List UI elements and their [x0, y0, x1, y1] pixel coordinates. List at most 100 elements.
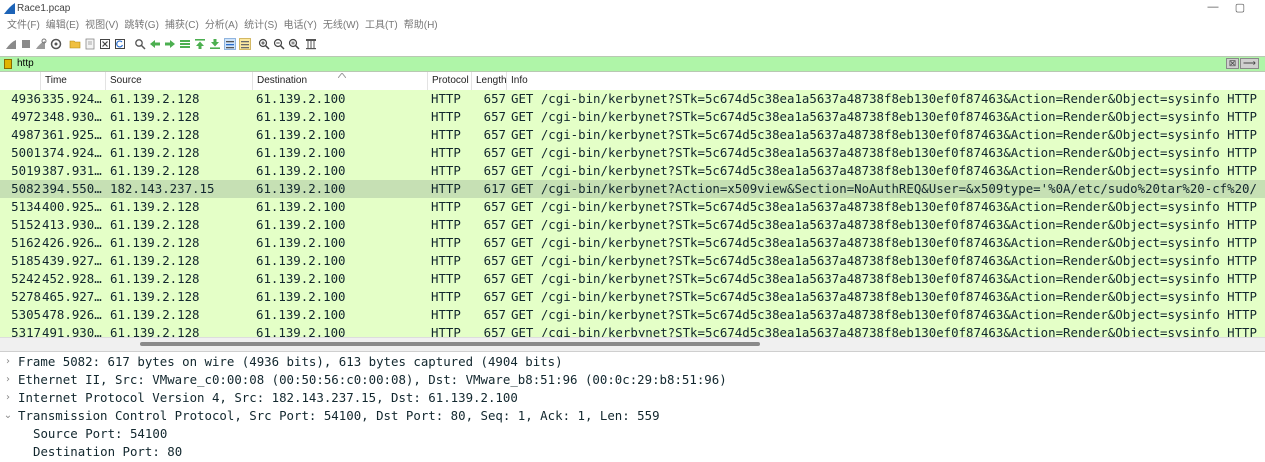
- detail-tree-item[interactable]: Source Port: 54100: [0, 425, 1265, 443]
- packet-destination: 61.139.2.100: [256, 217, 346, 232]
- packet-length: 657: [483, 217, 506, 232]
- apply-filter-button[interactable]: ⟶: [1240, 58, 1259, 69]
- table-row[interactable]: 4972 348.930… 61.139.2.128 61.139.2.100 HTTP…: [0, 108, 1265, 126]
- packet-source: 61.139.2.128: [110, 307, 200, 322]
- scrollbar-thumb[interactable]: [140, 342, 760, 346]
- menu-help[interactable]: 帮助(H): [401, 17, 441, 34]
- maximize-button[interactable]: ▢: [1230, 1, 1250, 15]
- shark-fin-start-icon[interactable]: [5, 38, 17, 50]
- minimize-button[interactable]: —: [1203, 1, 1223, 15]
- menu-wireless[interactable]: 无线(W): [320, 17, 362, 34]
- zoom-out-icon[interactable]: [273, 38, 285, 50]
- packet-list[interactable]: 4936 335.924… 61.139.2.128 61.139.2.100 HTTP…: [0, 90, 1265, 337]
- menu-tools[interactable]: 工具(T): [362, 17, 401, 34]
- detail-tree-item[interactable]: ⌄ Transmission Control Protocol, Src Port…: [0, 407, 1265, 425]
- table-row[interactable]: 5305 478.926… 61.139.2.128 61.139.2.100 HTTP…: [0, 306, 1265, 324]
- title-bar: Race1.pcap — ▢: [0, 0, 1265, 17]
- zoom-in-icon[interactable]: [258, 38, 270, 50]
- packet-source: 61.139.2.128: [110, 163, 200, 178]
- menu-view[interactable]: 视图(V): [82, 17, 121, 34]
- col-protocol-header[interactable]: Protocol: [428, 72, 472, 90]
- collapsed-chevron-icon[interactable]: ›: [3, 389, 13, 407]
- zoom-reset-icon[interactable]: [288, 38, 300, 50]
- col-time-header[interactable]: Time: [41, 72, 106, 90]
- menu-go[interactable]: 跳转(G): [121, 17, 161, 34]
- bookmark-icon[interactable]: [4, 59, 12, 69]
- packet-number: 5152: [11, 217, 41, 232]
- table-row[interactable]: 5001 374.924… 61.139.2.128 61.139.2.100 HTTP…: [0, 144, 1265, 162]
- table-row[interactable]: 5162 426.926… 61.139.2.128 61.139.2.100 HTTP…: [0, 234, 1265, 252]
- packet-protocol: HTTP: [431, 145, 461, 160]
- close-file-icon[interactable]: [99, 38, 111, 50]
- collapsed-chevron-icon[interactable]: ›: [3, 353, 13, 371]
- restart-icon[interactable]: [35, 38, 47, 50]
- col-length-header[interactable]: Length: [472, 72, 507, 90]
- table-row[interactable]: 5134 400.925… 61.139.2.128 61.139.2.100 HTTP…: [0, 198, 1265, 216]
- detail-tree-item[interactable]: Destination Port: 80: [0, 443, 1265, 461]
- reload-icon[interactable]: [114, 38, 126, 50]
- menu-statistics[interactable]: 统计(S): [241, 17, 280, 34]
- find-icon[interactable]: [134, 38, 146, 50]
- table-row[interactable]: 5152 413.930… 61.139.2.128 61.139.2.100 HTTP…: [0, 216, 1265, 234]
- expanded-chevron-icon[interactable]: ⌄: [3, 407, 13, 425]
- collapsed-chevron-icon[interactable]: ›: [3, 371, 13, 389]
- packet-details-pane[interactable]: › Frame 5082: 617 bytes on wire (4936 bit…: [0, 351, 1265, 462]
- detail-tree-item[interactable]: › Internet Protocol Version 4, Src: 182.1…: [0, 389, 1265, 407]
- back-icon[interactable]: [149, 38, 161, 50]
- table-row[interactable]: 5317 491.930… 61.139.2.128 61.139.2.100 HTTP…: [0, 324, 1265, 337]
- col-info-header[interactable]: Info: [507, 72, 1265, 90]
- clear-filter-button[interactable]: ⊠: [1226, 58, 1239, 69]
- packet-protocol: HTTP: [431, 307, 461, 322]
- table-row[interactable]: 5185 439.927… 61.139.2.128 61.139.2.100 HTTP…: [0, 252, 1265, 270]
- packet-list-header: Time Source Destination Protocol Length …: [0, 72, 1265, 91]
- packet-time: 439.927…: [42, 253, 102, 268]
- packet-source: 61.139.2.128: [110, 253, 200, 268]
- packet-length: 657: [483, 163, 506, 178]
- menu-edit[interactable]: 编辑(E): [43, 17, 82, 34]
- col-source-header[interactable]: Source: [106, 72, 253, 90]
- open-icon[interactable]: [69, 38, 81, 50]
- packet-protocol: HTTP: [431, 199, 461, 214]
- goto-icon[interactable]: [179, 38, 191, 50]
- colorize-icon[interactable]: [239, 38, 251, 50]
- packet-time: 465.927…: [42, 289, 102, 304]
- packet-time: 387.931…: [42, 163, 102, 178]
- table-row[interactable]: 4936 335.924… 61.139.2.128 61.139.2.100 HTTP…: [0, 90, 1265, 108]
- packet-length: 657: [483, 145, 506, 160]
- first-icon[interactable]: [194, 38, 206, 50]
- packet-time: 361.925…: [42, 127, 102, 142]
- packet-destination: 61.139.2.100: [256, 307, 346, 322]
- display-filter-bar: http ⊠ ⟶: [0, 56, 1265, 72]
- last-icon[interactable]: [209, 38, 221, 50]
- packet-protocol: HTTP: [431, 91, 461, 106]
- table-row[interactable]: 5242 452.928… 61.139.2.128 61.139.2.100 HTTP…: [0, 270, 1265, 288]
- packet-info: GET /cgi-bin/kerbynet?STk=5c674d5c38ea1a…: [511, 325, 1257, 337]
- save-icon[interactable]: [84, 38, 96, 50]
- forward-icon[interactable]: [164, 38, 176, 50]
- packet-source: 61.139.2.128: [110, 199, 200, 214]
- table-row[interactable]: 5019 387.931… 61.139.2.128 61.139.2.100 HTTP…: [0, 162, 1265, 180]
- packet-length: 657: [483, 307, 506, 322]
- menu-analyze[interactable]: 分析(A): [202, 17, 241, 34]
- display-filter-input[interactable]: http: [17, 57, 34, 71]
- table-row[interactable]: 5278 465.927… 61.139.2.128 61.139.2.100 HTTP…: [0, 288, 1265, 306]
- table-row[interactable]: 4987 361.925… 61.139.2.128 61.139.2.100 HTTP…: [0, 126, 1265, 144]
- packet-destination: 61.139.2.100: [256, 145, 346, 160]
- stop-icon[interactable]: [20, 38, 32, 50]
- packet-number: 5162: [11, 235, 41, 250]
- detail-tree-item[interactable]: › Frame 5082: 617 bytes on wire (4936 bit…: [0, 353, 1265, 371]
- packet-length: 657: [483, 109, 506, 124]
- packet-list-scrollbar[interactable]: [0, 337, 1265, 351]
- detail-tree-item[interactable]: › Ethernet II, Src: VMware_c0:00:08 (00:5…: [0, 371, 1265, 389]
- packet-info: GET /cgi-bin/kerbynet?STk=5c674d5c38ea1a…: [511, 109, 1257, 124]
- menu-telephony[interactable]: 电话(Y): [281, 17, 320, 34]
- col-no-header[interactable]: [0, 72, 41, 90]
- menu-capture[interactable]: 捕获(C): [162, 17, 202, 34]
- packet-length: 657: [483, 253, 506, 268]
- options-icon[interactable]: [50, 38, 62, 50]
- table-row-selected[interactable]: 5082 394.550… 182.143.237.15 61.139.2.100 HT…: [0, 180, 1265, 198]
- resize-columns-icon[interactable]: [305, 38, 317, 50]
- autoscroll-icon[interactable]: [224, 38, 236, 50]
- menu-file[interactable]: 文件(F): [4, 17, 43, 34]
- packet-number: 5185: [11, 253, 41, 268]
